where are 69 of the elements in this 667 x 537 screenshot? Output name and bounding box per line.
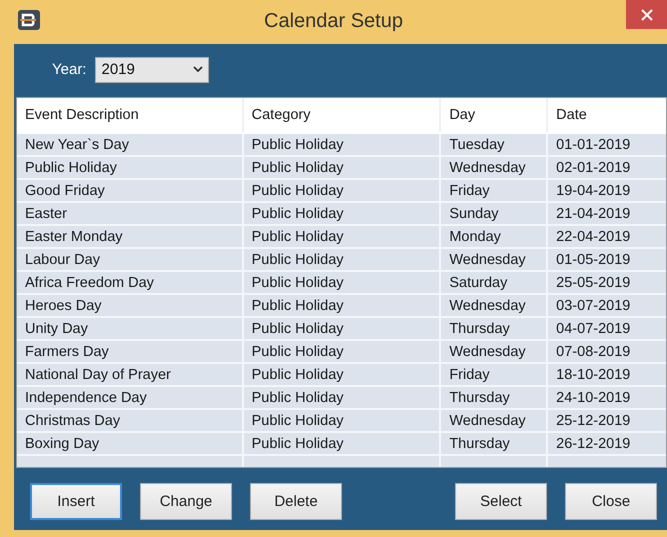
table-cell: Public Holiday bbox=[244, 157, 442, 178]
table-cell-text: 25-05-2019 bbox=[555, 274, 632, 292]
table-cell-text: 19-04-2019 bbox=[555, 182, 632, 200]
table-cell: Wednesday bbox=[441, 249, 548, 270]
app-logo-icon bbox=[17, 9, 41, 31]
table-cell: Labour Day bbox=[17, 249, 244, 270]
table-cell: Africa Freedom Day bbox=[17, 272, 244, 293]
table-cell: Saturday bbox=[441, 272, 548, 293]
table-cell-text: 21-04-2019 bbox=[555, 204, 632, 224]
table-cell: Christmas Day bbox=[17, 410, 244, 431]
table-cell: Heroes Day bbox=[17, 295, 244, 316]
table-cell-text: 04-07-2019 bbox=[555, 320, 632, 338]
table-cell: Public Holiday bbox=[244, 249, 442, 270]
table-cell: Wednesday bbox=[441, 295, 548, 316]
table-cell: Farmers Day bbox=[17, 341, 244, 362]
table-cell-text: 24-10-2019 bbox=[555, 388, 632, 408]
table-cell: Monday bbox=[441, 226, 548, 247]
table-cell: Public Holiday bbox=[244, 387, 442, 408]
table-cell: National Day of Prayer bbox=[17, 364, 244, 385]
action-button[interactable]: Delete bbox=[250, 482, 342, 520]
table-cell: Thursday bbox=[441, 433, 548, 454]
table-cell: Public Holiday bbox=[244, 410, 442, 431]
table-cell: Easter bbox=[17, 203, 244, 224]
table-cell: Public Holiday bbox=[244, 180, 442, 201]
table-cell: Public Holiday bbox=[244, 364, 442, 385]
table-cell-text: 26-12-2019 bbox=[555, 434, 632, 454]
table-cell: Wednesday bbox=[441, 410, 548, 431]
table-cell: Friday bbox=[441, 364, 548, 385]
table-cell: Public Holiday bbox=[244, 272, 442, 293]
table-cell-text: 01-01-2019 bbox=[555, 136, 632, 154]
table-cell: Independence Day bbox=[17, 387, 244, 408]
table-cell-text: 18-10-2019 bbox=[555, 366, 632, 384]
table-cell: Wednesday bbox=[441, 157, 548, 178]
action-button[interactable]: Change bbox=[140, 482, 232, 520]
close-icon bbox=[640, 8, 652, 20]
close-button[interactable] bbox=[626, 0, 667, 29]
table-cell: Unity Day bbox=[17, 318, 244, 339]
table-cell: Public Holiday bbox=[244, 203, 442, 224]
table-cell-text: 07-08-2019 bbox=[555, 342, 632, 362]
table-cell: Tuesday bbox=[441, 134, 548, 155]
table-cell: Good Friday bbox=[17, 180, 244, 201]
table-cell-text: 22-04-2019 bbox=[555, 228, 632, 246]
action-button[interactable]: Select bbox=[455, 482, 547, 520]
year-label: Year: bbox=[52, 61, 86, 78]
action-button[interactable]: Close bbox=[565, 482, 657, 520]
column-header[interactable]: Category bbox=[244, 98, 442, 132]
table-cell: Thursday bbox=[441, 318, 548, 339]
table-cell: Thursday bbox=[441, 387, 548, 408]
table-cell: Friday bbox=[441, 180, 548, 201]
table-cell: Boxing Day bbox=[17, 433, 244, 454]
table-cell: Sunday bbox=[441, 203, 548, 224]
table-cell: Easter Monday bbox=[17, 226, 244, 247]
table-cell: Wednesday bbox=[441, 341, 548, 362]
table-cell: Public Holiday bbox=[244, 134, 442, 155]
table-cell: Public Holiday bbox=[244, 433, 442, 454]
window-title: Calendar Setup bbox=[263, 10, 404, 32]
table-cell: Public Holiday bbox=[244, 318, 442, 339]
year-dropdown[interactable]: 2019 bbox=[95, 56, 210, 82]
table-cell-text: 02-01-2019 bbox=[555, 158, 632, 178]
action-button[interactable]: Insert bbox=[30, 482, 122, 520]
table-cell: Public Holiday bbox=[244, 226, 442, 247]
chevron-down-icon bbox=[193, 66, 204, 73]
table-cell: Public Holiday bbox=[244, 341, 442, 362]
table-cell-text: 03-07-2019 bbox=[555, 296, 632, 316]
table-cell: Public Holiday bbox=[244, 295, 442, 316]
table-cell: Public Holiday bbox=[17, 157, 244, 178]
table-cell: New Year`s Day bbox=[17, 134, 244, 155]
table-cell-text: 25-12-2019 bbox=[555, 412, 632, 430]
table-cell-text: 01-05-2019 bbox=[555, 250, 632, 270]
